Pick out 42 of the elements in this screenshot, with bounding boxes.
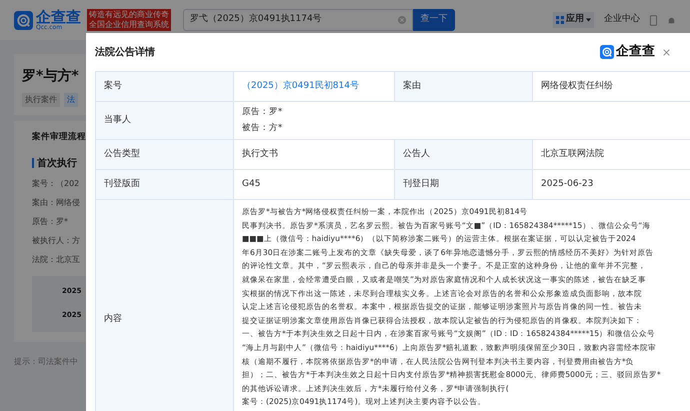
search-field[interactable]: 罗弋（2025）京0491执1174号 — [183, 9, 413, 31]
caret-icon — [586, 18, 591, 22]
apps-button[interactable]: 应用 — [553, 12, 594, 28]
party-text: 原告：罗* — [242, 106, 282, 119]
logo-text: 企查查 — [36, 10, 81, 24]
slogan-text: 铸造有远见的商业传奇 — [89, 10, 169, 20]
modal-logo-text: 企查查 — [616, 43, 655, 62]
case-field: 法院：北京互 — [32, 254, 80, 266]
field-label: 公告人 — [395, 140, 533, 169]
field-label: 刊登版面 — [96, 170, 234, 199]
field-label: 当事人 — [96, 102, 234, 139]
grid-icon — [556, 16, 564, 24]
section-marker — [32, 158, 34, 168]
case-field: 案号：（202 — [32, 178, 80, 190]
hint-text: 提示：司法案件中 — [14, 356, 78, 368]
case-field: 被执行人：方 — [32, 234, 80, 247]
modal-title: 法院公告详情 — [95, 45, 155, 60]
close-icon[interactable] — [663, 48, 670, 56]
field-value: 北京互联网法院 — [533, 140, 690, 169]
field-value: 网络侵权责任纠纷 — [533, 72, 690, 101]
bell-icon[interactable] — [667, 16, 676, 24]
enterprise-center-link[interactable]: 企业中心 — [604, 13, 640, 27]
case-field: 案由：网络侵 — [32, 196, 80, 209]
slogan-text: 全国企业信用查询系统 — [89, 20, 169, 30]
field-value: 2025-06-23 — [533, 170, 690, 199]
clear-icon[interactable] — [398, 16, 406, 24]
case-tag: 执行案件 — [22, 93, 60, 107]
field-label: 案由 — [395, 72, 533, 101]
search-button[interactable]: 查一下 — [413, 9, 455, 31]
section-title: 首次执行 — [37, 156, 77, 171]
case-field: 原告：罗* — [32, 216, 68, 228]
field-label: 案号 — [96, 72, 234, 101]
case-title: 罗*与方* — [22, 66, 79, 86]
logo-icon — [14, 10, 33, 30]
case-tag: 法 — [64, 93, 78, 107]
phone-icon[interactable] — [650, 14, 657, 26]
process-title: 案件审理流程 — [32, 131, 87, 144]
party-text: 被告：方* — [242, 122, 282, 135]
field-label: 刊登日期 — [395, 170, 533, 199]
field-label: 内容 — [96, 200, 234, 411]
field-label: 公告类型 — [96, 140, 234, 169]
logo-icon — [600, 45, 614, 59]
